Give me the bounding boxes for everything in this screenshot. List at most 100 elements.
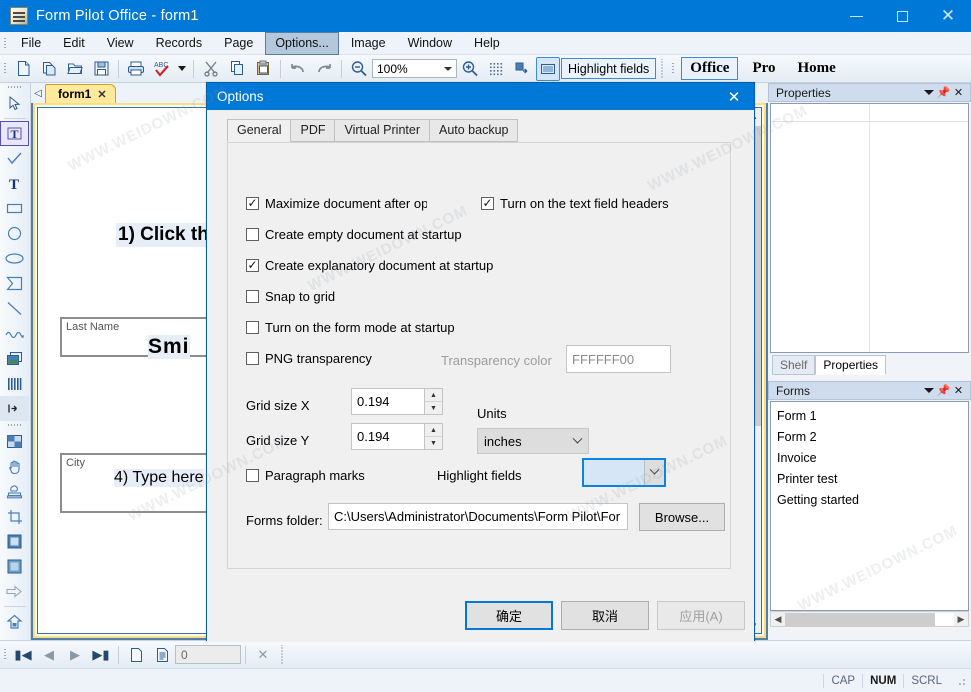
polygon-icon[interactable] <box>0 271 29 296</box>
text-field-icon[interactable]: T <box>0 121 29 146</box>
grid-size-x-field[interactable]: 0.194 <box>351 388 425 415</box>
edit-record-icon[interactable] <box>150 643 174 667</box>
grid-size-y-spinner[interactable]: 0.194 ▲ ▼ <box>351 423 443 450</box>
previous-record-icon[interactable]: ◀ <box>37 643 61 667</box>
units-combobox[interactable]: inches <box>477 428 589 454</box>
zoom-in-icon[interactable] <box>458 57 482 81</box>
line-icon[interactable] <box>0 296 29 321</box>
rectangle-icon[interactable] <box>0 196 29 221</box>
transparency-color-field[interactable]: FFFFFF00 <box>566 345 671 373</box>
list-item[interactable]: Getting started <box>777 490 968 511</box>
first-record-icon[interactable]: ▮◀ <box>11 643 35 667</box>
spin-up-icon[interactable]: ▲ <box>425 424 442 437</box>
toolbar-overflow-handle[interactable] <box>658 58 667 79</box>
spell-check-dropdown-arrow-icon[interactable] <box>176 57 188 81</box>
undo-arrow-icon[interactable] <box>286 57 310 81</box>
chevron-down-icon[interactable] <box>921 383 936 398</box>
resize-grip-icon[interactable] <box>953 672 969 689</box>
forms-list[interactable]: Form 1 Form 2 Invoice Printer test Getti… <box>770 401 969 611</box>
scrollbar-track[interactable] <box>785 612 954 626</box>
pointer-arrow-icon[interactable] <box>0 91 29 116</box>
delete-record-icon[interactable]: ✕ <box>251 643 275 667</box>
checkbox-paragraph-marks[interactable]: Paragraph marks <box>246 468 365 483</box>
menu-image[interactable]: Image <box>341 32 396 55</box>
menu-records[interactable]: Records <box>146 32 213 55</box>
toolbar-grip[interactable] <box>0 57 10 80</box>
scroll-left-icon[interactable]: ◁ <box>31 83 45 103</box>
scrollbar-thumb[interactable] <box>785 612 935 626</box>
picture-insert-icon[interactable] <box>0 429 29 454</box>
palette-grip-2[interactable] <box>0 421 30 429</box>
grid-size-x-stepper[interactable]: ▲ ▼ <box>425 388 443 415</box>
properties-column-splitter[interactable] <box>869 104 870 352</box>
grid-size-x-spinner[interactable]: 0.194 ▲ ▼ <box>351 388 443 415</box>
zoom-level-combobox[interactable]: 100% <box>372 59 457 78</box>
export-icon[interactable] <box>0 609 29 634</box>
shade-square-icon[interactable] <box>0 554 29 579</box>
tab-properties[interactable]: Properties <box>815 355 887 375</box>
checkbox-form-mode-at-startup[interactable]: Turn on the form mode at startup <box>246 320 455 335</box>
tab-general[interactable]: General <box>227 119 292 142</box>
menu-file[interactable]: File <box>11 32 51 55</box>
record-nav-grip[interactable] <box>0 643 10 666</box>
scroll-right-icon[interactable]: ▶ <box>954 614 968 625</box>
grid-size-y-field[interactable]: 0.194 <box>351 423 425 450</box>
highlight-fields-icon[interactable] <box>536 56 560 81</box>
pin-icon[interactable]: 📌 <box>936 383 951 398</box>
list-item[interactable]: Invoice <box>777 448 968 469</box>
stamp-icon[interactable] <box>0 479 29 504</box>
fit-page-icon[interactable] <box>510 57 534 81</box>
circle-icon[interactable] <box>0 221 29 246</box>
new-record-icon[interactable] <box>124 643 148 667</box>
brand-button-office[interactable]: Office <box>681 57 739 80</box>
menu-options[interactable]: Options... <box>265 31 339 55</box>
checkbox-create-empty-document[interactable]: Create empty document at startup <box>246 227 462 242</box>
brand-button-pro[interactable]: Pro <box>744 58 783 79</box>
document-tab-form1[interactable]: form1 ✕ <box>45 84 116 103</box>
redo-arrow-icon[interactable] <box>312 57 336 81</box>
duplicate-document-icon[interactable] <box>37 57 61 81</box>
chevron-down-icon[interactable] <box>921 85 936 100</box>
grid-dots-icon[interactable] <box>484 57 508 81</box>
spin-down-icon[interactable]: ▼ <box>425 437 442 449</box>
close-icon[interactable]: ✕ <box>97 88 106 101</box>
checkbox-maximize-document[interactable]: Maximize document after opening <box>246 196 427 211</box>
scroll-left-icon[interactable]: ◀ <box>771 614 785 625</box>
browse-button[interactable]: Browse... <box>639 503 725 531</box>
grid-size-y-stepper[interactable]: ▲ ▼ <box>425 423 443 450</box>
checkbox-text-field-headers[interactable]: Turn on the text field headers <box>481 196 669 211</box>
next-record-icon[interactable]: ▶ <box>63 643 87 667</box>
menubar-grip[interactable] <box>0 32 10 55</box>
menu-page[interactable]: Page <box>214 32 263 55</box>
pin-icon[interactable]: 📌 <box>936 85 951 100</box>
apply-button[interactable]: 应用(A) <box>657 601 745 630</box>
cut-scissors-icon[interactable] <box>199 57 223 81</box>
list-item[interactable]: Form 1 <box>777 406 968 427</box>
minimize-button[interactable] <box>833 0 879 32</box>
tab-shelf[interactable]: Shelf <box>772 355 816 375</box>
ok-button[interactable]: 确定 <box>465 601 553 630</box>
checkbox-snap-to-grid[interactable]: Snap to grid <box>246 289 335 304</box>
forms-folder-field[interactable]: C:\Users\Administrator\Documents\Form Pi… <box>328 503 628 530</box>
checkbox-create-explanatory-document[interactable]: Create explanatory document at startup <box>246 258 493 273</box>
brand-button-home[interactable]: Home <box>790 58 844 79</box>
spell-check-icon[interactable]: ABC <box>150 57 174 81</box>
arrow-right-icon[interactable] <box>0 579 29 604</box>
last-record-icon[interactable]: ▶▮ <box>89 643 113 667</box>
ellipse-icon[interactable] <box>0 246 29 271</box>
menu-edit[interactable]: Edit <box>53 32 95 55</box>
spin-down-icon[interactable]: ▼ <box>425 402 442 414</box>
new-document-icon[interactable] <box>11 57 35 81</box>
spin-up-icon[interactable]: ▲ <box>425 389 442 402</box>
print-icon[interactable] <box>124 57 148 81</box>
checkbox-png-transparency[interactable]: PNG transparency <box>246 351 372 366</box>
copy-icon[interactable] <box>225 57 249 81</box>
menu-window[interactable]: Window <box>398 32 462 55</box>
close-icon[interactable]: ✕ <box>714 83 754 110</box>
cancel-button[interactable]: 取消 <box>561 601 649 630</box>
menu-view[interactable]: View <box>97 32 144 55</box>
paste-icon[interactable] <box>251 57 275 81</box>
properties-grid[interactable] <box>770 103 969 353</box>
record-nav-overflow-handle[interactable] <box>278 644 286 665</box>
tab-virtual-printer[interactable]: Virtual Printer <box>334 119 430 142</box>
